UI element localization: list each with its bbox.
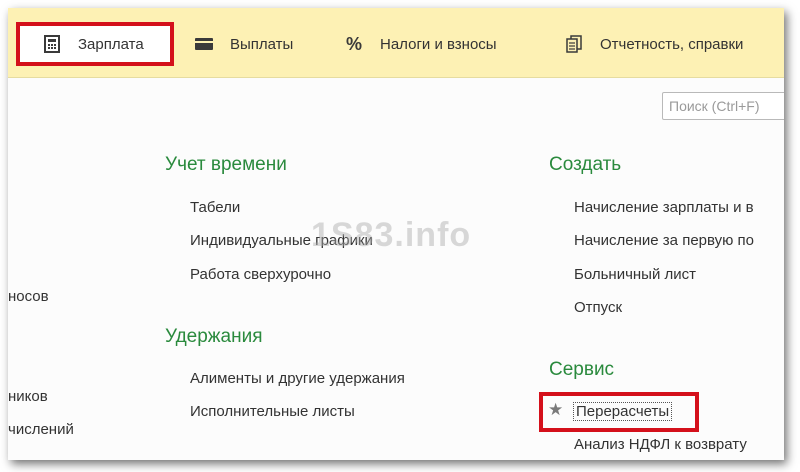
link-create-vacation[interactable]: Отпуск	[574, 299, 622, 316]
tab-salary[interactable]: Зарплата	[16, 22, 174, 66]
tab-taxes[interactable]: % Налоги и взносы	[340, 22, 497, 66]
left-partial-link-3[interactable]: числений	[8, 421, 74, 438]
percent-icon: %	[345, 33, 362, 54]
link-create-first-half[interactable]: Начисление за первую по	[574, 232, 754, 249]
link-create-sick-leave[interactable]: Больничный лист	[574, 266, 696, 283]
calculator-icon	[42, 35, 62, 53]
deductions-title: Удержания	[165, 326, 263, 347]
left-partial-link-2[interactable]: ников	[8, 388, 48, 405]
tab-reports-label: Отчетность, справки	[600, 35, 744, 53]
link-overtime[interactable]: Работа сверхурочно	[190, 266, 331, 283]
time-tracking-title: Учет времени	[165, 154, 287, 175]
section-panel: Зарплата Выплаты % Налоги и взносы Отчет…	[8, 8, 784, 78]
left-partial-link-1[interactable]: носов	[8, 288, 49, 305]
tab-payouts-label: Выплаты	[230, 35, 294, 53]
wallet-icon	[194, 38, 214, 50]
app-window: Зарплата Выплаты % Налоги и взносы Отчет…	[8, 8, 784, 460]
tab-salary-label: Зарплата	[78, 35, 144, 53]
link-ndfl-refund-analysis[interactable]: Анализ НДФЛ к возврату	[574, 436, 747, 453]
search-input[interactable]: Поиск (Ctrl+F)	[662, 92, 784, 120]
link-writs-of-execution[interactable]: Исполнительные листы	[190, 403, 355, 420]
link-create-payroll[interactable]: Начисление зарплаты и в	[574, 199, 754, 216]
tab-taxes-label: Налоги и взносы	[380, 35, 497, 53]
create-title: Создать	[549, 154, 622, 175]
tab-reports[interactable]: Отчетность, справки	[562, 22, 743, 66]
link-timesheets[interactable]: Табели	[190, 199, 240, 216]
service-title: Сервис	[549, 359, 615, 380]
tab-payouts[interactable]: Выплаты	[184, 22, 293, 66]
documents-icon	[564, 35, 584, 53]
link-alimony[interactable]: Алименты и другие удержания	[190, 370, 405, 387]
recalculations-highlight	[539, 392, 699, 432]
watermark: 1S83.info	[311, 216, 472, 254]
